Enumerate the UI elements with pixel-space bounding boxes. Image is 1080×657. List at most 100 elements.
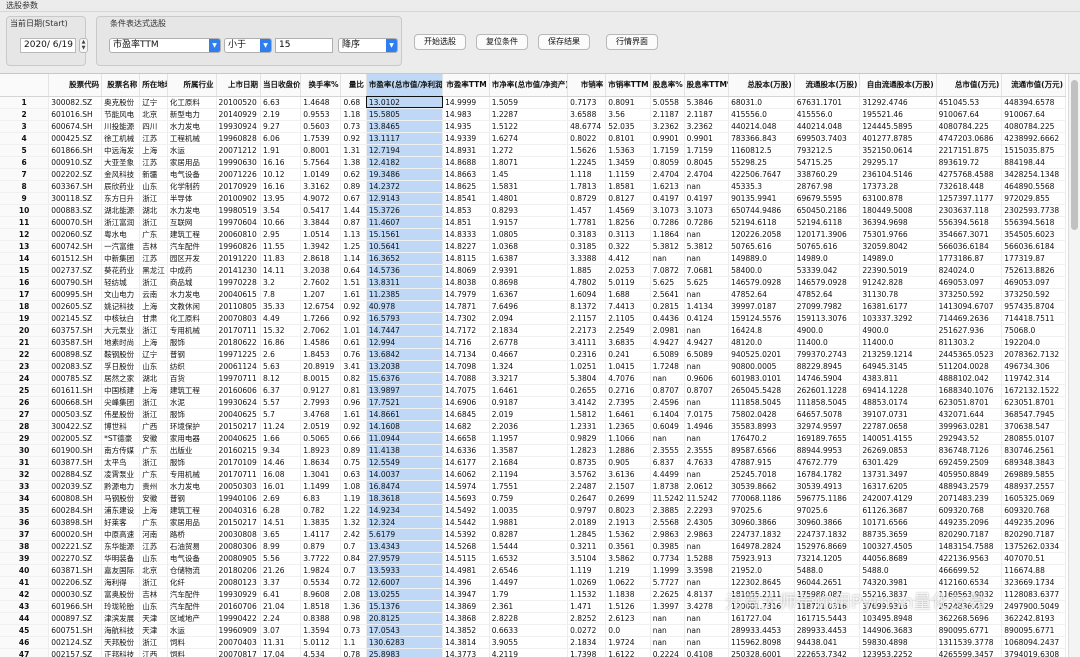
table-cell[interactable]: 15.6376	[366, 372, 444, 385]
table-cell[interactable]: 1.8453	[300, 348, 342, 361]
table-cell[interactable]: 3.2038	[300, 264, 342, 277]
table-cell[interactable]: 4265599.3457	[936, 648, 1003, 657]
table-cell[interactable]: 建筑工程	[167, 384, 217, 397]
table-cell[interactable]: 2.69	[260, 492, 302, 505]
table-cell[interactable]: 401277.8785	[859, 132, 937, 145]
table-cell[interactable]: 中国核建	[101, 384, 141, 397]
table-cell[interactable]: 2.019	[489, 408, 569, 421]
table-cell[interactable]: 化工原料	[167, 312, 217, 325]
table-cell[interactable]: 30960.3866	[794, 516, 861, 529]
table-cell[interactable]: 0.7173	[567, 96, 607, 109]
table-cell[interactable]: 289933.4453	[728, 624, 795, 637]
table-cell[interactable]: 5488.0	[859, 564, 937, 577]
table-cell[interactable]: 纺织	[167, 360, 217, 373]
table-cell[interactable]: 14.7088	[442, 372, 490, 385]
table-cell[interactable]: 0.8729	[567, 192, 607, 205]
table-cell[interactable]: 2.2036	[489, 420, 569, 433]
table-cell[interactable]: 1.5444	[489, 540, 569, 553]
threshold-input[interactable]: 15	[275, 38, 333, 53]
table-cell[interactable]: 164978.2824	[728, 540, 795, 553]
table-cell[interactable]: 14.0037	[366, 468, 444, 481]
table-cell[interactable]: 0.5065	[300, 432, 342, 445]
table-cell[interactable]: 1688340.1076	[936, 384, 1003, 397]
table-cell[interactable]: 19930924	[216, 120, 262, 133]
table-cell[interactable]: 1.19	[340, 492, 367, 505]
table-cell[interactable]: 14.7979	[442, 288, 490, 301]
table-cell[interactable]: nan	[650, 636, 685, 649]
table-cell[interactable]: 64657.5078	[794, 408, 861, 421]
table-cell[interactable]: 20070803	[216, 312, 262, 325]
row-number[interactable]: 33	[0, 480, 50, 493]
table-cell[interactable]: nan	[684, 612, 730, 625]
table-cell[interactable]: 5.7	[260, 408, 302, 421]
table-cell[interactable]: 0.7	[340, 540, 367, 553]
table-cell[interactable]: 451045.53	[936, 96, 1003, 109]
table-cell[interactable]: 0.9901	[684, 132, 730, 145]
table-cell[interactable]: 14.3869	[442, 600, 490, 613]
table-cell[interactable]: 52.035	[605, 120, 651, 133]
start-select-button[interactable]: 开始选股	[414, 34, 466, 50]
table-cell[interactable]: 浙江	[139, 456, 168, 469]
table-row[interactable]: 18 002605.SZ 姚记科技 上海 文教休闲 20110805 35.33 12.675…	[0, 300, 1066, 313]
table-cell[interactable]: 山东	[139, 180, 168, 193]
table-cell[interactable]: 上海	[139, 504, 168, 517]
table-cell[interactable]: 415556.0	[794, 108, 861, 121]
table-cell[interactable]: 000503.SZ	[48, 408, 103, 421]
table-cell[interactable]: 大元泵业	[101, 324, 141, 337]
table-cell[interactable]: 7.0681	[684, 264, 730, 277]
table-cell[interactable]: 910067.64	[1001, 108, 1066, 121]
table-cell[interactable]: 江苏	[139, 252, 168, 265]
table-cell[interactable]: 11400.0	[794, 336, 861, 349]
table-cell[interactable]: 159124.5576	[728, 312, 795, 325]
table-cell[interactable]: 1.6213	[650, 180, 685, 193]
table-cell[interactable]: 176470.2	[728, 432, 795, 445]
table-cell[interactable]: 27.9579	[366, 552, 444, 565]
table-cell[interactable]: 15.3726	[366, 204, 444, 217]
table-cell[interactable]: 97025.6	[728, 504, 795, 517]
table-cell[interactable]: 3.7722	[300, 552, 342, 565]
table-cell[interactable]: 2.361	[489, 600, 569, 613]
table-cell[interactable]: 4238992.6662	[1001, 132, 1066, 145]
table-cell[interactable]: 14.851	[442, 216, 490, 229]
row-number[interactable]: 44	[0, 612, 50, 625]
table-cell[interactable]: 292943.52	[936, 432, 1003, 445]
table-cell[interactable]: 90800.0005	[728, 360, 795, 373]
table-cell[interactable]: 2.4704	[684, 168, 730, 181]
row-number[interactable]: 43	[0, 600, 50, 613]
row-number[interactable]: 24	[0, 372, 50, 385]
table-cell[interactable]: 96044.2651	[794, 576, 861, 589]
table-cell[interactable]: 0.64	[340, 264, 367, 277]
table-cell[interactable]: 224737.1832	[728, 528, 795, 541]
table-cell[interactable]: 12.6754	[300, 300, 342, 313]
table-cell[interactable]: 1.1499	[300, 480, 342, 493]
table-cell[interactable]: 1.1159	[605, 168, 651, 181]
table-cell[interactable]: 轻纺城	[101, 276, 141, 289]
table-cell[interactable]: 8.99	[260, 540, 302, 553]
table-cell[interactable]: 1.0415	[605, 360, 651, 373]
table-cell[interactable]: 1.7248	[650, 360, 685, 373]
table-cell[interactable]: 0.61	[340, 336, 367, 349]
table-cell[interactable]: 0.4197	[650, 192, 685, 205]
table-cell[interactable]: 浙江	[139, 276, 168, 289]
table-cell[interactable]: 1.1	[340, 636, 367, 649]
row-number[interactable]: 30	[0, 444, 50, 457]
table-cell[interactable]: 区域地产	[167, 612, 217, 625]
table-cell[interactable]: 600020.SH	[48, 528, 103, 541]
table-cell[interactable]: 20050303	[216, 480, 262, 493]
table-cell[interactable]: 3.65	[260, 528, 302, 541]
table-cell[interactable]: 601016.SH	[48, 108, 103, 121]
table-cell[interactable]: 1.7398	[567, 648, 607, 657]
table-cell[interactable]: 玲珑轮胎	[101, 600, 141, 613]
table-cell[interactable]: nan	[684, 432, 730, 445]
table-cell[interactable]: 2.8252	[567, 612, 607, 625]
table-cell[interactable]: 0.879	[300, 540, 342, 553]
table-cell[interactable]: 金风科技	[101, 168, 141, 181]
table-cell[interactable]: 水力发电	[167, 120, 217, 133]
table-cell[interactable]: 47887.915	[728, 456, 795, 469]
table-cell[interactable]: nan	[684, 576, 730, 589]
table-row[interactable]: 30 601900.SH 南方传媒 广东 出版业 20160215 9.34 1.8923 0.…	[0, 444, 1066, 457]
table-cell[interactable]: 1.08	[340, 480, 367, 493]
table-cell[interactable]: 9.34	[260, 444, 302, 457]
table-cell[interactable]: 623051.8701	[1001, 396, 1066, 409]
table-cell[interactable]: 11.31	[260, 636, 302, 649]
